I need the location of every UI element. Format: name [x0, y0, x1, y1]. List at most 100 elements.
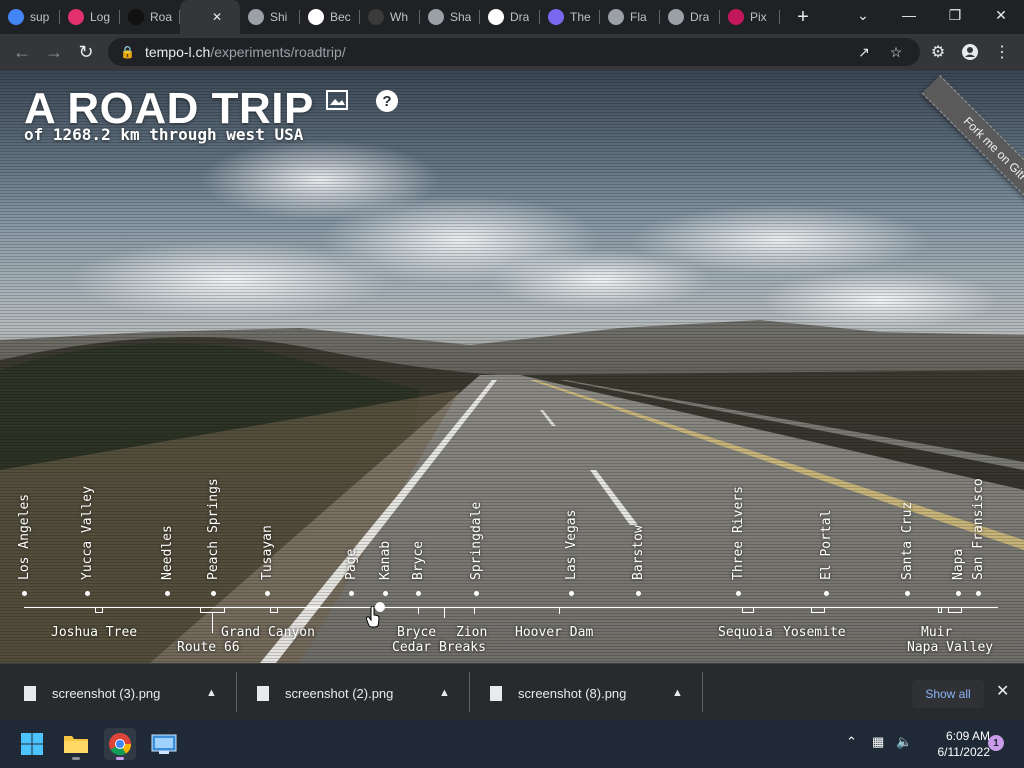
download-item[interactable]: screenshot (8).png ▲	[490, 676, 683, 710]
segment-yosemite[interactable]: Yosemite	[783, 625, 846, 640]
segment-napa-valley[interactable]: Napa Valley	[907, 640, 993, 655]
timeline-stop[interactable]: El Portal	[819, 480, 840, 580]
stop-dot[interactable]	[956, 591, 961, 596]
reload-button[interactable]: ↻	[70, 36, 102, 68]
browser-tab[interactable]: sup	[0, 0, 60, 34]
stop-dot[interactable]	[22, 591, 27, 596]
browser-tab[interactable]: Shi	[240, 0, 300, 34]
segment-route-66[interactable]: Route 66	[177, 640, 240, 655]
stop-dot[interactable]	[569, 591, 574, 596]
browser-tab[interactable]: Dra	[660, 0, 720, 34]
chrome-app[interactable]	[104, 728, 136, 760]
menu-kebab-icon[interactable]: ⋮	[988, 36, 1016, 68]
tab-title: Roa	[150, 10, 173, 24]
download-item[interactable]: screenshot (3).png ▲	[24, 676, 217, 710]
timeline-stop[interactable]: Las Vegas	[564, 480, 585, 580]
notification-badge[interactable]: 1	[988, 735, 1004, 751]
show-all-button[interactable]: Show all	[912, 680, 984, 708]
browser-tab[interactable]: Roa	[120, 0, 180, 34]
app-indicator	[116, 757, 124, 760]
segment-zion[interactable]: Zion	[456, 625, 487, 640]
timeline-stop[interactable]: Yucca Valley	[80, 480, 101, 580]
browser-tab[interactable]: ✕	[180, 0, 240, 34]
tab-search-button[interactable]: ⌄	[840, 0, 886, 30]
car-icon	[188, 9, 204, 25]
address-bar[interactable]: 🔒 tempo-l.ch/experiments/roadtrip/ ↗ ☆	[108, 38, 920, 66]
browser-tab[interactable]: Fla	[600, 0, 660, 34]
timeline-stop[interactable]: Santa Cruz	[900, 480, 921, 580]
control-panel-icon	[151, 734, 177, 754]
forward-button[interactable]: →	[38, 36, 70, 68]
close-window-button[interactable]: ✕	[978, 0, 1024, 30]
segment-hoover-dam[interactable]: Hoover Dam	[515, 625, 593, 640]
tab-title: Wh	[390, 10, 408, 24]
tab-close-icon[interactable]: ✕	[212, 10, 222, 24]
control-panel-app[interactable]	[148, 728, 180, 760]
network-icon[interactable]: ▦	[872, 734, 884, 750]
stop-dot[interactable]	[416, 591, 421, 596]
stop-dot[interactable]	[636, 591, 641, 596]
segment-cedar-breaks[interactable]: Cedar Breaks	[392, 640, 486, 655]
restore-icon: ❐	[948, 6, 962, 23]
chevron-up-icon[interactable]: ▲	[206, 687, 217, 699]
share-icon[interactable]: ↗	[854, 42, 874, 62]
stop-dot[interactable]	[976, 591, 981, 596]
system-clock[interactable]: 6:09 AM 6/11/2022	[920, 728, 991, 760]
browser-tab[interactable]: The	[540, 0, 600, 34]
profile-icon[interactable]	[956, 36, 984, 68]
stop-label: Needles	[160, 525, 175, 580]
minimize-button[interactable]: —	[886, 0, 932, 30]
timeline-stop[interactable]: Tusayan	[260, 480, 281, 580]
timeline-stop[interactable]: Los Angeles	[17, 480, 38, 580]
segment-muir[interactable]: Muir	[921, 625, 952, 640]
segment-sequoia[interactable]: Sequoia	[718, 625, 773, 640]
stop-dot[interactable]	[474, 591, 479, 596]
timeline-stop[interactable]: Springdale	[469, 480, 490, 580]
timeline-stop[interactable]: Peach Springs	[206, 478, 227, 580]
stop-dot[interactable]	[85, 591, 90, 596]
browser-tab[interactable]: Bec	[300, 0, 360, 34]
segment-joshua-tree[interactable]: Joshua Tree	[51, 625, 137, 640]
chevron-up-icon[interactable]: ▲	[439, 687, 450, 699]
timeline-stop[interactable]: Kanab	[378, 480, 399, 580]
timeline-stop[interactable]: Needles	[160, 480, 181, 580]
segment-grand-canyon[interactable]: Grand Canyon	[221, 625, 315, 640]
browser-tab[interactable]: Log	[60, 0, 120, 34]
new-tab-button[interactable]: +	[788, 2, 818, 32]
stop-dot[interactable]	[383, 591, 388, 596]
download-item[interactable]: screenshot (2).png ▲	[257, 676, 450, 710]
stop-dot[interactable]	[905, 591, 910, 596]
stop-dot[interactable]	[265, 591, 270, 596]
close-downloads-icon[interactable]: ✕	[996, 681, 1009, 701]
browser-tab[interactable]: Pix	[720, 0, 780, 34]
tab-title: Dra	[690, 10, 710, 24]
browser-tab[interactable]: Dra	[480, 0, 540, 34]
help-icon[interactable]: ?	[376, 90, 398, 112]
stop-dot[interactable]	[211, 591, 216, 596]
chevron-up-icon[interactable]: ▲	[672, 687, 683, 699]
back-button[interactable]: ←	[6, 36, 38, 68]
timeline-stop[interactable]: Bryce	[411, 480, 432, 580]
file-explorer-app[interactable]	[60, 728, 92, 760]
browser-tab[interactable]: Wh	[360, 0, 420, 34]
start-button[interactable]	[16, 728, 48, 760]
gallery-icon[interactable]	[326, 90, 348, 110]
bracket-joshua-tree	[95, 608, 103, 613]
segment-bryce[interactable]: Bryce	[397, 625, 436, 640]
timeline-stop[interactable]: Napa	[951, 480, 972, 580]
extensions-icon[interactable]: ⚙	[924, 36, 952, 68]
stop-dot[interactable]	[165, 591, 170, 596]
timeline-stop[interactable]: Three Rivers	[731, 480, 752, 580]
stop-dot[interactable]	[736, 591, 741, 596]
browser-tab[interactable]: Sha	[420, 0, 480, 34]
chevron-up-icon[interactable]: ⌃	[846, 734, 857, 750]
star-icon[interactable]: ☆	[886, 42, 906, 62]
volume-icon[interactable]: 🔈	[896, 734, 912, 750]
stop-dot[interactable]	[824, 591, 829, 596]
timeline-stop[interactable]: Page	[344, 480, 365, 580]
restore-button[interactable]: ❐	[932, 0, 978, 30]
timeline-stop[interactable]: San Fransisco	[971, 478, 992, 580]
timeline-stop[interactable]: Barstow	[631, 480, 652, 580]
stop-dot[interactable]	[349, 591, 354, 596]
w-letter-icon	[368, 9, 384, 25]
